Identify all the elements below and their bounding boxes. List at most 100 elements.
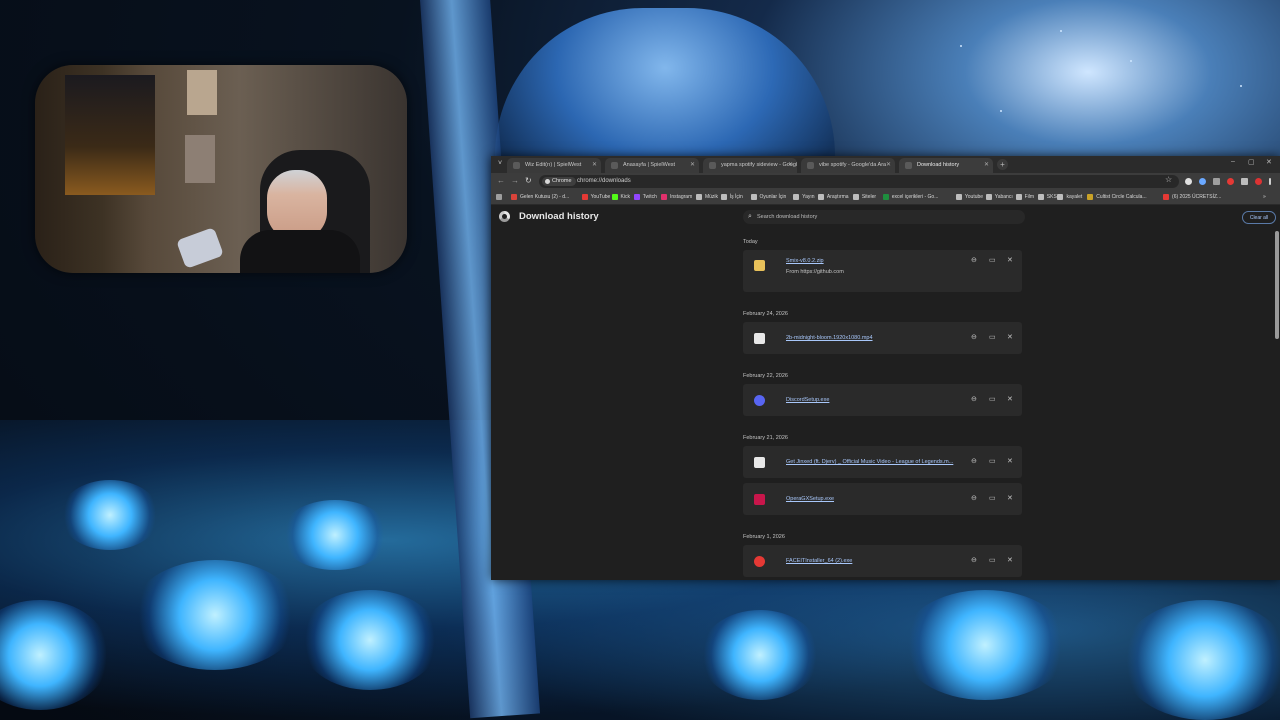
tab-favicon-icon	[709, 162, 716, 169]
bookmark-item[interactable]: Cultist Circle Calcula...	[1087, 190, 1147, 204]
show-in-folder-icon[interactable]: ▭	[989, 395, 996, 403]
wallpaper-flower	[300, 590, 440, 690]
bookmark-item[interactable]: Oyunlar İçin	[750, 190, 786, 204]
download-item: FACEITInstaller_64 (2).exe ⊖ ▭ ✕	[743, 545, 1022, 577]
download-date-header: February 21, 2026	[743, 435, 788, 441]
site-chip[interactable]: Chrome	[542, 177, 576, 186]
page-title: Download history	[519, 211, 599, 222]
bookmark-item[interactable]: Yabancı	[985, 190, 1013, 204]
bookmark-item[interactable]: YouTube	[581, 190, 611, 204]
menu-icon[interactable]	[1269, 178, 1271, 185]
extension-icon[interactable]	[1199, 178, 1206, 185]
wallpaper-flower	[280, 500, 390, 570]
faceit-icon	[754, 556, 765, 567]
bookmark-icon	[720, 193, 727, 200]
show-in-folder-icon[interactable]: ▭	[989, 556, 996, 564]
extensions-puzzle-icon[interactable]	[1213, 178, 1220, 185]
download-file-link[interactable]: Smix-v8.0.2.zip	[786, 258, 824, 264]
bookmark-item[interactable]: (6) 2025 ÜCRETSİZ...	[1163, 190, 1221, 204]
bookmark-item[interactable]: SKS	[1037, 190, 1057, 204]
show-in-folder-icon[interactable]: ▭	[989, 457, 996, 465]
close-tab-icon[interactable]: ✕	[984, 158, 989, 173]
webcam-streamer-body	[240, 230, 360, 273]
address-bar[interactable]: Chrome chrome://downloads	[539, 175, 1179, 188]
bookmark-item[interactable]: Müzik	[695, 190, 718, 204]
bookmark-item[interactable]: Gelen Kutusu (2) - d...	[511, 190, 569, 204]
bookmark-item[interactable]: Instagram	[661, 190, 692, 204]
remove-icon[interactable]: ✕	[1007, 494, 1013, 502]
copy-link-icon[interactable]: ⊖	[971, 457, 977, 465]
scrollbar[interactable]	[1275, 231, 1279, 339]
download-file-link[interactable]: OperaGXSetup.exe	[786, 496, 834, 502]
show-in-folder-icon[interactable]: ▭	[989, 333, 996, 341]
remove-icon[interactable]: ✕	[1007, 556, 1013, 564]
bookmark-label: excel içerikleri - Go...	[891, 194, 939, 200]
bookmark-label: YouTube	[590, 194, 611, 200]
remove-icon[interactable]: ✕	[1007, 256, 1013, 264]
close-tab-icon[interactable]: ✕	[592, 158, 597, 173]
copy-link-icon[interactable]: ⊖	[971, 556, 977, 564]
maximize-icon[interactable]: ▢	[1248, 158, 1255, 166]
browser-tab[interactable]: Anasayfa | SpielWest ✕	[605, 158, 699, 173]
remove-icon[interactable]: ✕	[1007, 457, 1013, 465]
copy-link-icon[interactable]: ⊖	[971, 395, 977, 403]
close-tab-icon[interactable]: ✕	[690, 158, 695, 173]
close-tab-icon[interactable]: ✕	[886, 158, 891, 173]
more-bookmarks-icon[interactable]: »	[1263, 190, 1266, 204]
bookmark-item[interactable]: excel içerikleri - Go...	[882, 190, 939, 204]
copy-link-icon[interactable]: ⊖	[971, 494, 977, 502]
download-file-link[interactable]: DiscordSetup.exe	[786, 397, 829, 403]
browser-tab[interactable]: yapma spotify sideview - Google ✕	[703, 158, 797, 173]
bookmark-item[interactable]: İş İçin	[720, 190, 743, 204]
remove-icon[interactable]: ✕	[1007, 395, 1013, 403]
download-file-link[interactable]: Get Jinxed (ft. Djerv) _ Official Music …	[786, 459, 953, 465]
download-item: OperaGXSetup.exe ⊖ ▭ ✕	[743, 483, 1022, 515]
bookmark-star-icon[interactable]: ☆	[1165, 175, 1172, 184]
extension-icon[interactable]	[1185, 178, 1192, 185]
bookmark-item[interactable]: Siteler	[852, 190, 876, 204]
apps-grid-icon[interactable]	[496, 190, 505, 204]
show-in-folder-icon[interactable]: ▭	[989, 256, 996, 264]
copy-link-icon[interactable]: ⊖	[971, 256, 977, 264]
opera-gx-icon	[754, 494, 765, 505]
minimize-icon[interactable]: –	[1231, 158, 1235, 165]
bookmark-icon	[1057, 193, 1064, 200]
close-tab-icon[interactable]: ✕	[788, 158, 793, 173]
bookmark-icon	[750, 193, 757, 200]
browser-tab[interactable]: vibe spotify - Google'da Ara ✕	[801, 158, 895, 173]
bookmark-item[interactable]: Film	[1015, 190, 1034, 204]
wallpaper-flower	[60, 480, 160, 550]
download-file-link[interactable]: 2b-midnight-bloom.1920x1080.mp4	[786, 335, 873, 341]
opera-icon[interactable]	[1227, 178, 1234, 185]
bookmark-label: Youtube	[964, 194, 984, 200]
download-file-link[interactable]: FACEITInstaller_64 (2).exe	[786, 558, 852, 564]
copy-link-icon[interactable]: ⊖	[971, 333, 977, 341]
folder-zip-icon	[754, 260, 765, 271]
new-tab-button[interactable]: +	[997, 159, 1008, 170]
bookmark-icon	[511, 193, 517, 200]
clear-all-button[interactable]: Clear all	[1242, 211, 1276, 224]
bookmark-label: Gelen Kutusu (2) - d...	[520, 194, 570, 200]
back-icon[interactable]: ←	[497, 176, 505, 185]
bookmark-item[interactable]: Yayın	[793, 190, 815, 204]
bookmark-item[interactable]: Kick	[611, 190, 630, 204]
bookmark-item[interactable]: kayalet	[1057, 190, 1082, 204]
bookmark-item[interactable]: Twitch	[633, 190, 657, 204]
profile-avatar[interactable]	[1255, 178, 1262, 185]
remove-icon[interactable]: ✕	[1007, 333, 1013, 341]
bookmark-item[interactable]: Araştırma	[817, 190, 849, 204]
discord-icon	[754, 395, 765, 406]
show-in-folder-icon[interactable]: ▭	[989, 494, 996, 502]
webcam-poster	[187, 70, 217, 115]
bookmark-label: Kick	[620, 194, 630, 200]
reload-icon[interactable]: ↻	[525, 176, 532, 185]
url-text: chrome://downloads	[577, 178, 631, 184]
close-window-icon[interactable]: ✕	[1266, 158, 1272, 166]
search-downloads-input[interactable]: ⌕ Search download history	[743, 210, 1025, 224]
tab-search-icon[interactable]: ˅	[495, 159, 505, 169]
forward-icon[interactable]: →	[511, 176, 519, 185]
browser-tab[interactable]: Download history ✕	[899, 158, 993, 173]
browser-tab[interactable]: Wiz Edit(rı) | SpielWest ✕	[507, 158, 601, 173]
download-icon[interactable]	[1241, 178, 1248, 185]
bookmark-item[interactable]: Youtube	[955, 190, 984, 204]
